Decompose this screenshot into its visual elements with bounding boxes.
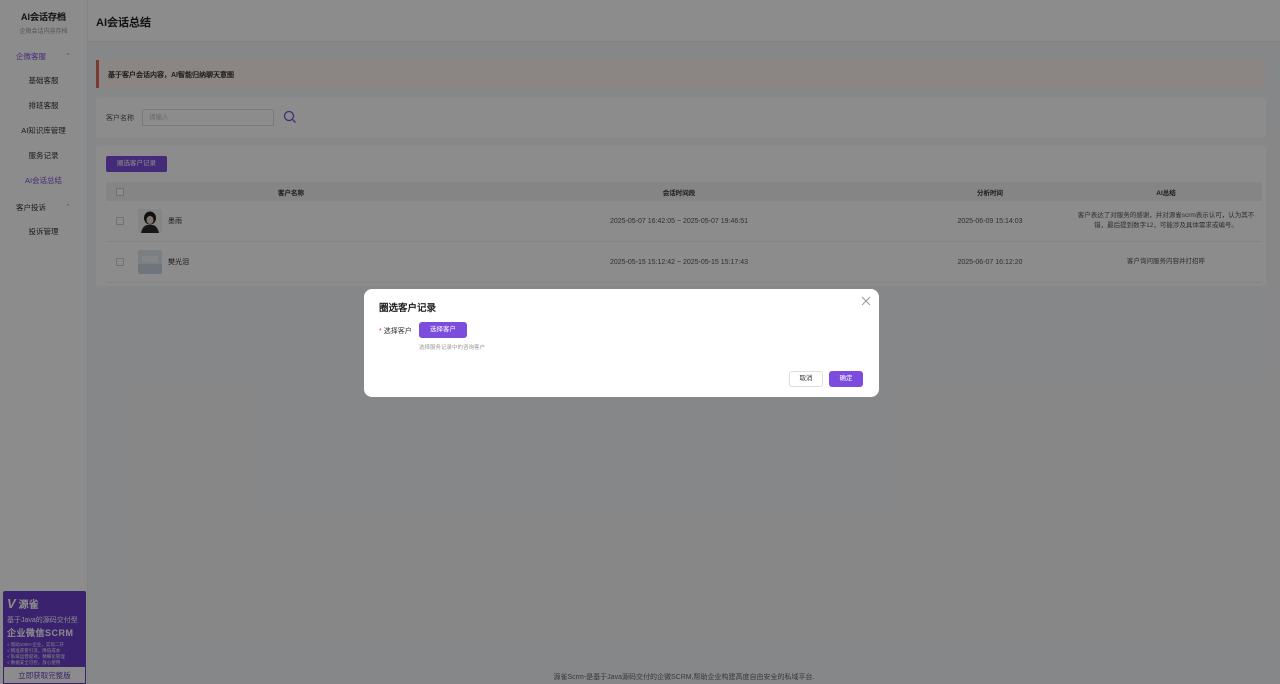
- field-hint: 选择服务记录中的咨询客户: [419, 345, 486, 351]
- confirm-button[interactable]: 确定: [829, 371, 863, 387]
- select-records-dialog: 圈选客户记录 * 选择客户 选择客户 选择服务记录中的咨询客户 取消 确定: [364, 289, 879, 397]
- select-customer-button[interactable]: 选择客户: [419, 322, 467, 338]
- cancel-button[interactable]: 取消: [789, 371, 823, 387]
- required-mark: *: [379, 328, 382, 335]
- select-customer-label: * 选择客户: [379, 326, 412, 336]
- dialog-title: 圈选客户记录: [379, 303, 437, 314]
- field-label-text: 选择客户: [383, 328, 412, 335]
- close-icon[interactable]: [861, 296, 871, 306]
